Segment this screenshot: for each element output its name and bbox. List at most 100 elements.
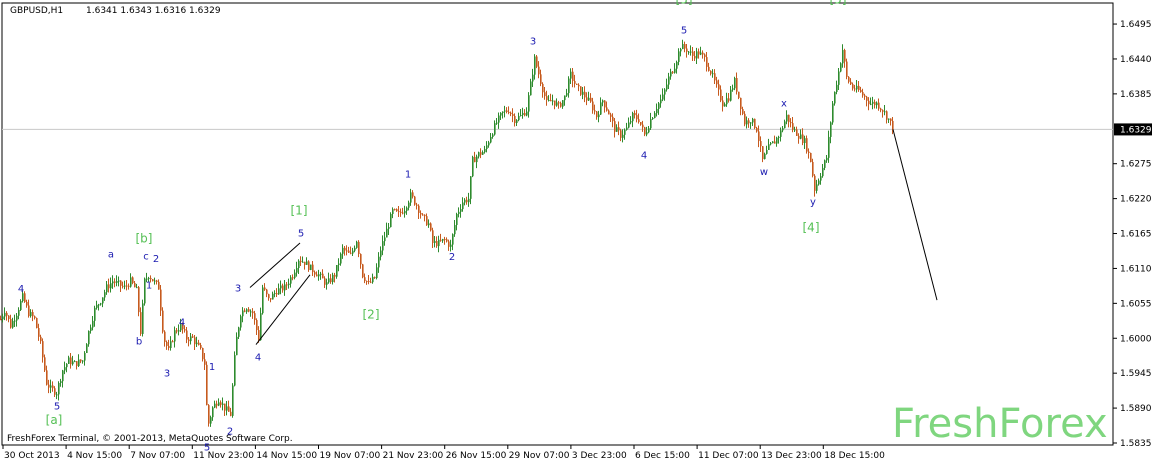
candle-up xyxy=(626,127,628,130)
candle-down xyxy=(44,357,46,371)
candle-down xyxy=(774,141,776,144)
candle-up xyxy=(492,134,494,137)
candle-down xyxy=(24,293,26,302)
candle-down xyxy=(426,216,428,226)
candle-up xyxy=(700,52,702,55)
candle-up xyxy=(834,91,836,104)
candle-down xyxy=(360,254,362,265)
candle-up xyxy=(650,119,652,129)
candle-up xyxy=(340,253,342,264)
candle-down xyxy=(276,293,278,295)
candle-down xyxy=(374,276,376,279)
candle-up xyxy=(778,136,780,138)
candle-down xyxy=(330,278,332,283)
candle-down xyxy=(638,119,640,123)
candle-down xyxy=(36,318,38,329)
candle-down xyxy=(886,111,888,120)
candle-up xyxy=(472,156,474,177)
candle-down xyxy=(216,403,218,406)
candle-down xyxy=(762,146,764,160)
candle-up xyxy=(752,118,754,123)
candle-up xyxy=(58,383,60,395)
candle-up xyxy=(2,316,4,320)
candle-up xyxy=(782,128,784,131)
wave-label-minor: 2 xyxy=(153,254,159,265)
candle-down xyxy=(742,109,744,114)
candle-down xyxy=(184,329,186,331)
candle-down xyxy=(108,284,110,289)
candle-down xyxy=(76,361,78,367)
candle-down xyxy=(506,110,508,112)
candle-up xyxy=(750,122,752,124)
candle-up xyxy=(442,238,444,241)
candle-down xyxy=(756,128,758,132)
candle-up xyxy=(494,123,496,135)
candle-down xyxy=(292,277,294,279)
candle-up xyxy=(768,144,770,151)
candle-up xyxy=(630,121,632,123)
candle-up xyxy=(100,303,102,305)
wave-label-minor: 1 xyxy=(209,362,215,373)
candle-up xyxy=(872,101,874,104)
candle-up xyxy=(616,127,618,132)
candle-down xyxy=(850,81,852,85)
candle-up xyxy=(110,283,112,289)
candle-up xyxy=(824,160,826,168)
candle-down xyxy=(208,405,210,424)
candle-up xyxy=(666,84,668,90)
candle-down xyxy=(40,336,42,342)
candle-down xyxy=(164,331,166,342)
candle-down xyxy=(26,301,28,306)
candle-down xyxy=(612,116,614,122)
candle-up xyxy=(734,78,736,89)
candle-down xyxy=(862,92,864,96)
candle-up xyxy=(794,129,796,131)
candle-up xyxy=(18,309,20,316)
y-tick-label: 1.6275 xyxy=(1120,160,1152,170)
candle-up xyxy=(462,202,464,210)
candle-up xyxy=(380,250,382,257)
x-tick-label: 11 Dec 07:00 xyxy=(698,451,759,461)
candle-up xyxy=(632,112,634,122)
candle-down xyxy=(10,319,12,328)
candle-up xyxy=(272,293,274,300)
candle-down xyxy=(854,88,856,90)
wave-label-minor: 4 xyxy=(255,352,261,363)
candle-up xyxy=(682,44,684,50)
candle-down xyxy=(224,403,226,411)
candle-down xyxy=(198,342,200,346)
candle-down xyxy=(636,115,638,120)
candle-up xyxy=(92,320,94,328)
candle-down xyxy=(344,247,346,251)
price-chart[interactable]: 45[a]a[b]c21b4315234[1]5[2]1234[3]5xwy[4… xyxy=(0,0,1154,463)
candle-up xyxy=(218,402,220,406)
candle-down xyxy=(166,341,168,346)
candle-up xyxy=(772,141,774,144)
candle-down xyxy=(864,95,866,97)
candle-up xyxy=(582,91,584,95)
candle-up xyxy=(142,303,144,334)
candle-down xyxy=(152,279,154,282)
candle-up xyxy=(526,111,528,116)
candle-up xyxy=(476,156,478,163)
x-tick-label: 30 Oct 2013 xyxy=(4,451,60,461)
candle-up xyxy=(4,312,6,317)
candle-down xyxy=(8,315,10,320)
wave-label-minor: 1 xyxy=(146,281,152,292)
candle-down xyxy=(722,100,724,107)
candle-down xyxy=(614,121,616,132)
y-tick-label: 1.6000 xyxy=(1120,334,1152,344)
x-tick-label: 7 Nov 07:00 xyxy=(130,451,185,461)
candle-down xyxy=(806,138,808,152)
candle-up xyxy=(390,213,392,228)
candle-down xyxy=(314,272,316,275)
candle-up xyxy=(518,115,520,121)
candle-down xyxy=(540,74,542,84)
candle-down xyxy=(402,212,404,214)
candle-down xyxy=(228,406,230,412)
candle-down xyxy=(350,252,352,254)
candle-up xyxy=(404,210,406,214)
candle-up xyxy=(490,136,492,143)
candle-up xyxy=(178,330,180,332)
candle-down xyxy=(230,411,232,416)
